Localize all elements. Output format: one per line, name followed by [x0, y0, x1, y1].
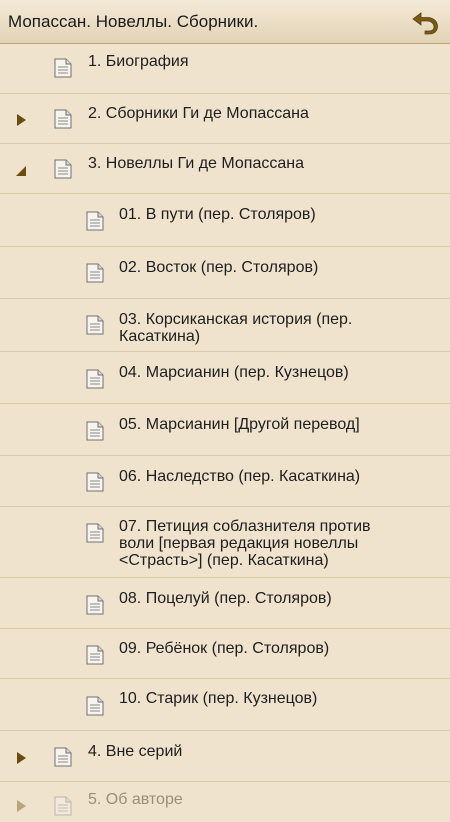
- document-icon: [86, 595, 104, 615]
- list-item-label: 07. Петиция соблазнителя против воли [пе…: [119, 518, 371, 569]
- list-item-label: 09. Ребёнок (пер. Столяров): [119, 640, 330, 657]
- list-item-label: 1. Биография: [88, 53, 189, 70]
- list-item-label: 03. Корсиканская история (пер. Касаткина…: [119, 311, 353, 345]
- expand-arrow-icon[interactable]: [15, 113, 27, 127]
- undo-arrow-icon: [412, 12, 438, 35]
- list-item[interactable]: 3. Новеллы Ги де Мопассана: [0, 144, 450, 194]
- list-item[interactable]: 1. Биография: [0, 44, 450, 94]
- page-title: Мопассан. Новеллы. Сборники.: [8, 12, 259, 31]
- document-icon: [86, 421, 104, 441]
- list-item[interactable]: 01. В пути (пер. Столяров): [0, 194, 450, 247]
- document-icon: [54, 159, 72, 179]
- document-icon: [54, 109, 72, 129]
- list-item-label: 04. Марсианин (пер. Кузнецов): [119, 364, 349, 381]
- expand-arrow-icon[interactable]: [15, 751, 27, 765]
- list-item-label: 3. Новеллы Ги де Мопассана: [88, 155, 304, 172]
- document-icon: [86, 211, 104, 231]
- collapse-arrow-icon[interactable]: [15, 164, 27, 178]
- list-item[interactable]: 04. Марсианин (пер. Кузнецов): [0, 352, 450, 404]
- back-button[interactable]: [406, 4, 444, 40]
- list-item[interactable]: 4. Вне серий: [0, 731, 450, 782]
- list-item-label: 4. Вне серий: [88, 743, 183, 760]
- document-icon: [86, 523, 104, 543]
- list-item-label: 10. Старик (пер. Кузнецов): [119, 690, 318, 707]
- document-icon: [86, 472, 104, 492]
- document-icon: [86, 315, 104, 335]
- list-item[interactable]: 05. Марсианин [Другой перевод]: [0, 404, 450, 456]
- list-item[interactable]: 02. Восток (пер. Столяров): [0, 247, 450, 299]
- list-item-label: 2. Сборники Ги де Мопассана: [88, 105, 309, 122]
- list-item[interactable]: 10. Старик (пер. Кузнецов): [0, 679, 450, 731]
- list-item[interactable]: 5. Об авторе: [0, 782, 450, 822]
- document-icon: [86, 369, 104, 389]
- list-item-label: 02. Восток (пер. Столяров): [119, 259, 319, 276]
- list-item-label: 08. Поцелуй (пер. Столяров): [119, 590, 332, 607]
- tree-list: 1. Биография 2. Сборники Ги де Мопассана…: [0, 44, 450, 822]
- list-item[interactable]: 03. Корсиканская история (пер. Касаткина…: [0, 299, 450, 352]
- expand-arrow-icon[interactable]: [15, 799, 27, 813]
- list-item-label: 06. Наследство (пер. Касаткина): [119, 468, 361, 485]
- list-item[interactable]: 06. Наследство (пер. Касаткина): [0, 456, 450, 507]
- list-item[interactable]: 07. Петиция соблазнителя против воли [пе…: [0, 507, 450, 578]
- document-icon: [54, 58, 72, 78]
- list-item-label: 01. В пути (пер. Столяров): [119, 206, 316, 223]
- document-icon: [86, 645, 104, 665]
- list-item[interactable]: 2. Сборники Ги де Мопассана: [0, 94, 450, 144]
- document-icon: [86, 696, 104, 716]
- list-item[interactable]: 09. Ребёнок (пер. Столяров): [0, 629, 450, 679]
- document-icon: [54, 747, 72, 767]
- list-item[interactable]: 08. Поцелуй (пер. Столяров): [0, 578, 450, 629]
- list-item-label: 05. Марсианин [Другой перевод]: [119, 416, 360, 433]
- document-icon: [54, 796, 72, 816]
- document-icon: [86, 263, 104, 283]
- title-bar: Мопассан. Новеллы. Сборники.: [0, 0, 450, 44]
